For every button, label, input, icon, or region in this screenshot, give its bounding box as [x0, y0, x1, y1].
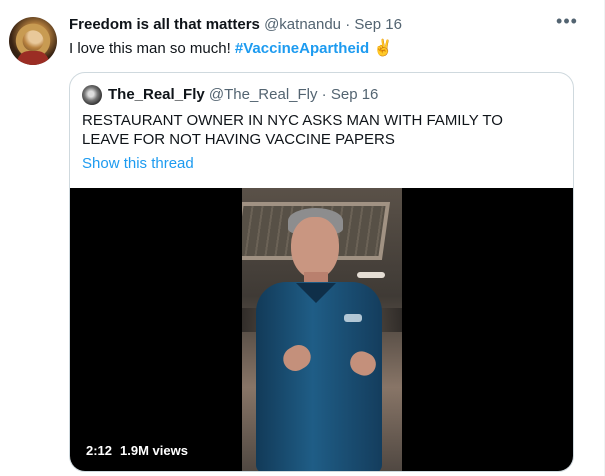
video-duration: 2:12	[86, 443, 113, 458]
avatar-clothing-detail	[17, 51, 49, 65]
header-separator: ·	[345, 16, 351, 33]
quoted-tweet[interactable]: The_Real_Fly @The_Real_Fly · Sep 16 REST…	[69, 72, 574, 472]
author-display-name[interactable]: Freedom is all that matters	[69, 16, 260, 33]
quoted-author-display-name[interactable]: The_Real_Fly	[108, 86, 205, 103]
video-person-shirt	[256, 282, 382, 471]
vaccine-apartheid-hashtag[interactable]: #VaccineApartheid	[235, 40, 369, 57]
author-avatar[interactable]	[9, 17, 57, 65]
video-frame	[242, 188, 402, 471]
tweet-text: I love this man so much! #VaccineAparthe…	[69, 39, 393, 59]
tweet-text-prefix: I love this man so much!	[69, 40, 235, 57]
video-metadata: 2:12 1.9M views	[86, 443, 188, 458]
quoted-tweet-text: RESTAURANT OWNER IN NYC ASKS MAN WITH FA…	[82, 112, 503, 148]
video-shirt-logo	[344, 314, 362, 322]
tweet-card[interactable]: Freedom is all that matters @katnandu · …	[0, 0, 605, 476]
video-light-detail	[357, 272, 385, 278]
victory-hand-icon: ✌	[373, 40, 394, 57]
quoted-author-avatar[interactable]	[82, 85, 102, 105]
author-handle[interactable]: @katnandu	[264, 16, 341, 33]
quoted-tweet-header: The_Real_Fly @The_Real_Fly · Sep 16	[108, 86, 378, 103]
video-person-head	[291, 217, 339, 279]
video-views: 1.9M views	[120, 443, 188, 458]
video-player[interactable]: 2:12 1.9M views	[70, 188, 573, 471]
show-thread-link[interactable]: Show this thread	[82, 155, 194, 172]
tweet-date[interactable]: Sep 16	[354, 16, 402, 33]
quoted-header-separator: ·	[321, 86, 327, 103]
more-options-icon[interactable]: •••	[555, 12, 579, 36]
tweet-header: Freedom is all that matters @katnandu · …	[69, 16, 402, 33]
quoted-author-handle[interactable]: @The_Real_Fly	[209, 86, 318, 103]
quoted-tweet-date[interactable]: Sep 16	[331, 86, 379, 103]
